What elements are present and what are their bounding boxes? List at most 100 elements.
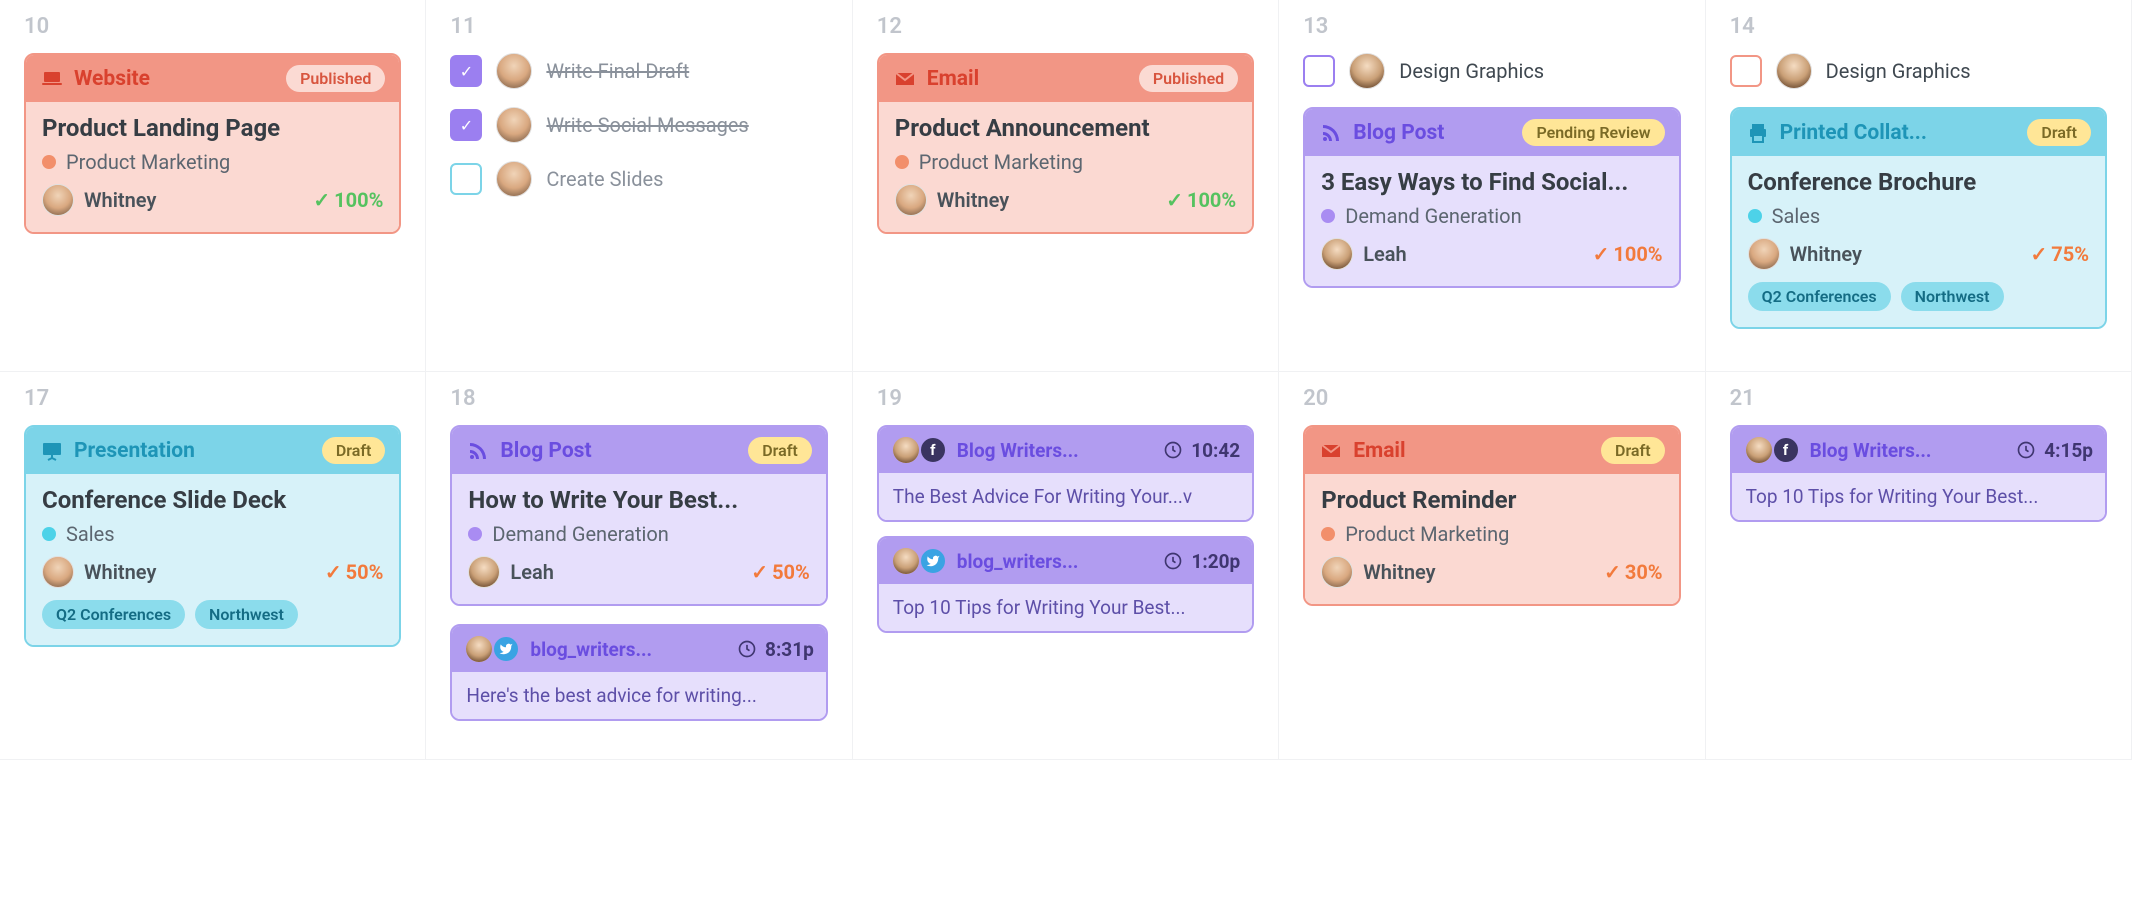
category-label: Demand Generation: [492, 522, 668, 546]
avatar: [464, 634, 494, 664]
tag-nw[interactable]: Northwest: [1901, 282, 2004, 311]
check-icon: ✓: [751, 560, 768, 584]
task-row[interactable]: Create Slides: [450, 161, 827, 197]
rss-icon: [1319, 121, 1343, 145]
day-number: 21: [1730, 386, 2107, 411]
status-badge: Published: [286, 65, 385, 92]
card-title: Conference Slide Deck: [42, 486, 383, 514]
assignee-name: Whitney: [937, 188, 1009, 212]
card-email-announcement[interactable]: Email Published Product Announcement Pro…: [877, 53, 1254, 234]
day-number: 17: [24, 386, 401, 411]
social-text: Here's the best advice for writing...: [452, 672, 825, 719]
card-title: 3 Easy Ways to Find Social...: [1321, 168, 1662, 196]
task-row[interactable]: ✓ Write Final Draft: [450, 53, 827, 89]
task-label: Write Final Draft: [546, 59, 689, 83]
social-text: The Best Advice For Writing Your...v: [879, 473, 1252, 520]
card-blog-social-ways[interactable]: Blog Post Pending Review 3 Easy Ways to …: [1303, 107, 1680, 288]
social-card-facebook[interactable]: f Blog Writers... 10:42 The Best Advice …: [877, 425, 1254, 522]
card-type-label: Blog Post: [1353, 121, 1444, 145]
status-badge: Draft: [322, 437, 386, 464]
day-10: 10 Website Published Product Landing Pag…: [0, 0, 426, 372]
card-type-label: Printed Collat...: [1780, 121, 1927, 145]
social-time: 10:42: [1191, 439, 1240, 462]
day-number: 19: [877, 386, 1254, 411]
card-title: Product Reminder: [1321, 486, 1662, 514]
card-presentation-deck[interactable]: Presentation Draft Conference Slide Deck…: [24, 425, 401, 647]
category-dot: [895, 155, 909, 169]
assignee-name: Whitney: [1790, 242, 1862, 266]
card-header: Blog Post Pending Review: [1305, 109, 1678, 156]
checkbox-checked[interactable]: ✓: [450, 55, 482, 87]
day-number: 11: [450, 14, 827, 39]
card-print-brochure[interactable]: Printed Collat... Draft Conference Broch…: [1730, 107, 2107, 329]
twitter-icon: [492, 635, 520, 663]
category-label: Product Marketing: [919, 150, 1083, 174]
day-number: 18: [450, 386, 827, 411]
task-label: Create Slides: [546, 167, 663, 191]
category-label: Product Marketing: [66, 150, 230, 174]
social-time: 8:31p: [765, 638, 814, 661]
clock-icon: [1163, 551, 1183, 571]
assignee-name: Whitney: [84, 188, 156, 212]
social-time: 1:20p: [1191, 550, 1240, 573]
social-card-facebook[interactable]: f Blog Writers... 4:15p Top 10 Tips for …: [1730, 425, 2107, 522]
avatar: [1776, 53, 1812, 89]
social-card-twitter[interactable]: blog_writers... 1:20p Top 10 Tips for Wr…: [877, 536, 1254, 633]
task-row[interactable]: Design Graphics: [1303, 53, 1680, 89]
social-card-twitter[interactable]: blog_writers... 8:31p Here's the best ad…: [450, 624, 827, 721]
card-title: How to Write Your Best...: [468, 486, 809, 514]
day-13: 13 Design Graphics Blog Post Pending Rev…: [1279, 0, 1705, 372]
assignee-name: Leah: [1363, 242, 1406, 266]
task-row[interactable]: Design Graphics: [1730, 53, 2107, 89]
tag-q2[interactable]: Q2 Conferences: [1748, 282, 1891, 311]
check-icon: ✓: [1166, 188, 1183, 212]
assignee-name: Whitney: [1363, 560, 1435, 584]
progress-indicator: ✓100%: [1593, 242, 1663, 266]
printer-icon: [1746, 121, 1770, 145]
calendar-grid: 10 Website Published Product Landing Pag…: [0, 0, 2132, 760]
facebook-icon: f: [1772, 436, 1800, 464]
avatar: [1744, 435, 1774, 465]
card-header: Presentation Draft: [26, 427, 399, 474]
avatar: [1748, 238, 1780, 270]
category-dot: [42, 527, 56, 541]
day-14: 14 Design Graphics Printed Collat... Dra…: [1706, 0, 2132, 372]
category-dot: [42, 155, 56, 169]
day-18: 18 Blog Post Draft How to Write Your Bes…: [426, 372, 852, 760]
category-dot: [1321, 527, 1335, 541]
day-17: 17 Presentation Draft Conference Slide D…: [0, 372, 426, 760]
task-row[interactable]: ✓ Write Social Messages: [450, 107, 827, 143]
card-header: Website Published: [26, 55, 399, 102]
card-header: Printed Collat... Draft: [1732, 109, 2105, 156]
card-header: Email Published: [879, 55, 1252, 102]
laptop-icon: [40, 67, 64, 91]
checkbox-unchecked[interactable]: [1730, 55, 1762, 87]
checkbox-unchecked[interactable]: [1303, 55, 1335, 87]
social-text: Top 10 Tips for Writing Your Best...: [1732, 473, 2105, 520]
progress-indicator: ✓50%: [325, 560, 384, 584]
day-number: 20: [1303, 386, 1680, 411]
envelope-icon: [1319, 439, 1343, 463]
category-dot: [1748, 209, 1762, 223]
day-21: 21 f Blog Writers... 4:15p Top 10 Tips f…: [1706, 372, 2132, 760]
rss-icon: [466, 439, 490, 463]
card-website-landing[interactable]: Website Published Product Landing Page P…: [24, 53, 401, 234]
card-blog-how-to[interactable]: Blog Post Draft How to Write Your Best..…: [450, 425, 827, 606]
checkbox-unchecked[interactable]: [450, 163, 482, 195]
card-type-label: Email: [927, 67, 979, 91]
tag-nw[interactable]: Northwest: [195, 600, 298, 629]
day-number: 14: [1730, 14, 2107, 39]
card-email-reminder[interactable]: Email Draft Product Reminder Product Mar…: [1303, 425, 1680, 606]
category-label: Product Marketing: [1345, 522, 1509, 546]
checkbox-checked[interactable]: ✓: [450, 109, 482, 141]
avatar: [496, 53, 532, 89]
task-label: Design Graphics: [1826, 59, 1971, 83]
presentation-icon: [40, 439, 64, 463]
tag-q2[interactable]: Q2 Conferences: [42, 600, 185, 629]
assignee-name: Whitney: [84, 560, 156, 584]
category-dot: [468, 527, 482, 541]
status-badge: Draft: [1601, 437, 1665, 464]
social-text: Top 10 Tips for Writing Your Best...: [879, 584, 1252, 631]
twitter-icon: [919, 547, 947, 575]
avatar: [891, 435, 921, 465]
